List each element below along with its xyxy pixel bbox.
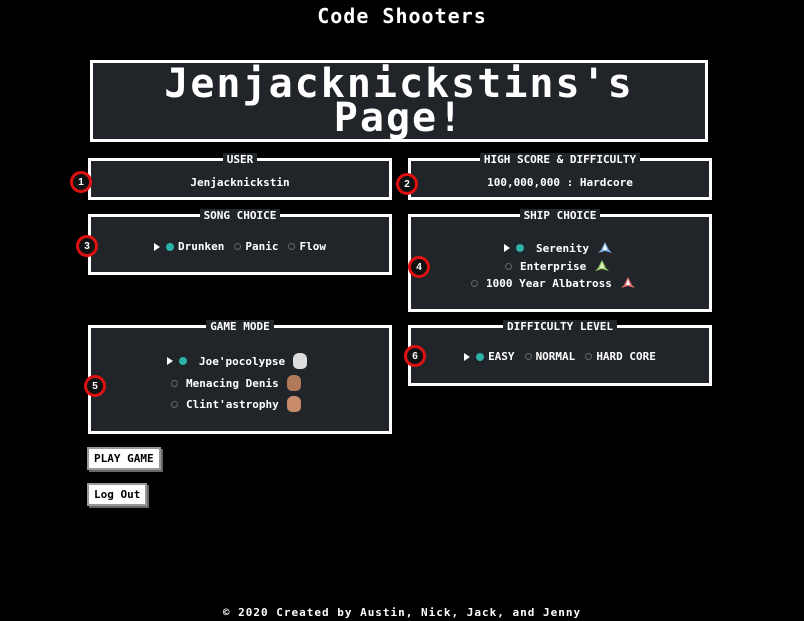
selection-cursor-icon: [504, 244, 510, 252]
serenity-ship-icon: [597, 242, 612, 253]
song-option-flow[interactable]: Flow: [288, 240, 326, 253]
radio-icon[interactable]: [471, 279, 478, 287]
song-option-drunken[interactable]: Drunken: [154, 240, 224, 253]
page-heading: Jenjacknickstins's Page!: [164, 61, 634, 141]
site-title: Code Shooters: [317, 4, 487, 28]
ship-option-albatross[interactable]: 1000 Year Albatross: [471, 276, 636, 290]
play-game-button[interactable]: PLAY GAME: [87, 447, 161, 470]
difficulty-option-easy[interactable]: EASY: [464, 350, 515, 363]
selection-cursor-icon: [167, 357, 173, 365]
song-choice-title: SONG CHOICE: [199, 209, 281, 222]
song-choice-panel: SONG CHOICE Drunken Panic Flow: [88, 209, 392, 275]
radio-icon[interactable]: [524, 353, 532, 360]
radio-selected-icon[interactable]: [166, 242, 174, 251]
radio-icon[interactable]: [171, 400, 178, 408]
footer-credits: © 2020 Created by Austin, Nick, Jack, an…: [222, 606, 582, 619]
mode-option-menacing-denis[interactable]: Menacing Denis: [171, 375, 301, 391]
game-mode-panel: GAME MODE Joe'pocolypse Menacing Denis C…: [88, 320, 392, 434]
difficulty-option-hardcore[interactable]: HARD CORE: [585, 350, 656, 363]
radio-selected-icon[interactable]: [179, 357, 187, 365]
mode-option-joepocolypse[interactable]: Joe'pocolypse: [167, 353, 308, 369]
albatross-ship-icon: [620, 277, 635, 288]
joe-avatar-icon: [293, 353, 308, 369]
annotation-marker-1: 1: [70, 171, 92, 193]
ship-choice-panel: SHIP CHOICE Serenity Enterprise 1000 Yea…: [408, 209, 712, 312]
user-panel: USER Jenjacknickstin: [88, 153, 392, 200]
annotation-marker-4: 4: [408, 256, 430, 278]
song-option-panic[interactable]: Panic: [234, 240, 278, 253]
high-score-value: 100,000,000 : Hardcore: [487, 176, 633, 189]
selection-cursor-icon: [464, 352, 471, 361]
radio-icon[interactable]: [288, 243, 296, 250]
difficulty-title: DIFFICULTY LEVEL: [503, 320, 617, 333]
user-panel-title: USER: [222, 153, 258, 166]
enterprise-ship-icon: [595, 260, 610, 271]
ship-choice-title: SHIP CHOICE: [519, 209, 601, 222]
radio-icon[interactable]: [505, 262, 512, 270]
ship-option-serenity[interactable]: Serenity: [504, 241, 613, 255]
difficulty-option-normal[interactable]: NORMAL: [524, 350, 575, 363]
high-score-title: HIGH SCORE & DIFFICULTY: [479, 153, 641, 166]
ship-option-enterprise[interactable]: Enterprise: [505, 259, 610, 273]
annotation-marker-3: 3: [76, 235, 98, 257]
clint-avatar-icon: [286, 396, 301, 412]
page-heading-panel: Jenjacknickstins's Page!: [90, 60, 708, 142]
radio-icon[interactable]: [234, 243, 242, 250]
annotation-marker-6: 6: [404, 345, 426, 367]
game-mode-title: GAME MODE: [206, 320, 274, 333]
difficulty-panel: DIFFICULTY LEVEL EASY NORMAL HARD CORE: [408, 320, 712, 386]
username: Jenjacknickstin: [190, 176, 290, 189]
selection-cursor-icon: [154, 242, 160, 251]
high-score-panel: HIGH SCORE & DIFFICULTY 100,000,000 : Ha…: [408, 153, 712, 200]
log-out-button[interactable]: Log Out: [87, 483, 148, 506]
mode-option-clintastrophy[interactable]: Clint'astrophy: [171, 396, 301, 412]
denis-avatar-icon: [286, 375, 301, 391]
radio-selected-icon[interactable]: [476, 352, 485, 361]
annotation-marker-5: 5: [84, 375, 106, 397]
annotation-marker-2: 2: [396, 173, 418, 195]
radio-selected-icon[interactable]: [516, 244, 524, 252]
radio-icon[interactable]: [585, 353, 593, 360]
radio-icon[interactable]: [171, 379, 178, 387]
